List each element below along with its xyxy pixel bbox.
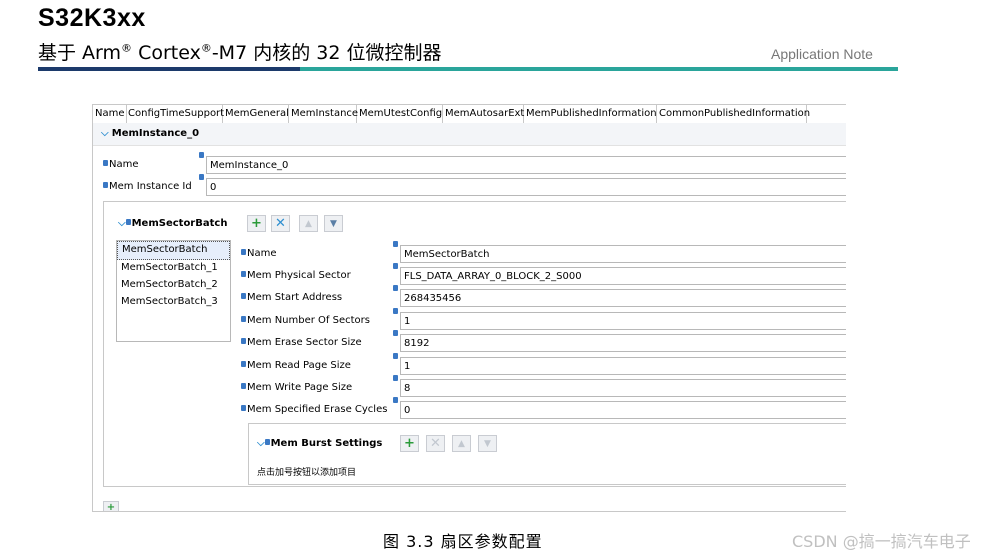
field-value-name[interactable]: MemSectorBatch	[393, 241, 846, 263]
chevron-down-icon[interactable]: ⌵	[118, 218, 126, 229]
header-rule	[38, 67, 898, 71]
sector-batch-list[interactable]: MemSectorBatch MemSectorBatch_1 MemSecto…	[116, 240, 231, 342]
parameter-marker-icon	[393, 397, 398, 403]
parameter-marker-icon	[241, 405, 246, 411]
tab-name[interactable]: Name	[93, 105, 127, 123]
field-label-read-page-size: Mem Read Page Size	[241, 360, 351, 371]
instance-name-field[interactable]: MemInstance_0	[199, 152, 846, 174]
move-down-button[interactable]: ▼	[324, 215, 343, 232]
parameter-marker-icon	[241, 383, 246, 389]
tab-mem-autosar-ext[interactable]: MemAutosarExt	[443, 105, 524, 123]
list-item[interactable]: MemSectorBatch_2	[117, 277, 230, 294]
parameter-marker-icon	[241, 361, 246, 367]
tab-common-published-information[interactable]: CommonPublishedInformation	[657, 105, 810, 123]
field-value-start-address[interactable]: 268435456	[393, 285, 846, 307]
tab-mem-general[interactable]: MemGeneral	[223, 105, 289, 123]
field-value-write-page-size[interactable]: 8	[393, 375, 846, 397]
doc-subtitle: 基于 Arm® Cortex®-M7 内核的 32 位微控制器	[38, 41, 442, 64]
instance-id-label: Mem Instance Id	[103, 181, 192, 192]
burst-hint: 点击加号按钮以添加项目	[257, 468, 357, 478]
parameter-marker-icon	[393, 353, 398, 359]
application-note-label: Application Note	[771, 46, 873, 62]
watermark: CSDN @搞一搞汽车电子	[792, 532, 971, 551]
add-button[interactable]: +	[247, 215, 266, 232]
field-label-physical-sector: Mem Physical Sector	[241, 270, 351, 281]
delete-button[interactable]: ✕	[271, 215, 290, 232]
field-value-number-of-sectors[interactable]: 1	[393, 308, 846, 330]
sector-batch-header[interactable]: ⌵ MemSectorBatch	[118, 218, 227, 229]
tab-mem-instance[interactable]: MemInstance	[289, 105, 358, 124]
field-label-number-of-sectors: Mem Number Of Sectors	[241, 315, 370, 326]
add-button[interactable]: +	[400, 435, 419, 452]
parameter-marker-icon	[241, 338, 246, 344]
field-label-start-address: Mem Start Address	[241, 292, 342, 303]
burst-settings-header[interactable]: ⌵ Mem Burst Settings	[257, 438, 382, 449]
parameter-marker-icon	[103, 182, 108, 188]
parameter-marker-icon	[241, 316, 246, 322]
chevron-down-icon[interactable]: ⌵	[257, 438, 265, 449]
parameter-marker-icon	[393, 375, 398, 381]
field-label-name: Name	[241, 248, 277, 259]
tab-bar: Name ConfigTimeSupport MemGeneral MemIns…	[93, 105, 846, 124]
instance-header[interactable]: ⌵ MemInstance_0	[93, 123, 846, 146]
tab-config-time-support[interactable]: ConfigTimeSupport	[126, 105, 224, 123]
field-label-erase-sector-size: Mem Erase Sector Size	[241, 337, 362, 348]
parameter-marker-icon	[393, 263, 398, 269]
instance-id-field[interactable]: 0	[199, 174, 846, 196]
figure-caption: 图 3.3 扇区参数配置	[383, 532, 543, 551]
parameter-marker-icon	[241, 271, 246, 277]
parameter-marker-icon	[393, 330, 398, 336]
list-item[interactable]: MemSectorBatch	[117, 241, 230, 260]
field-value-read-page-size[interactable]: 1	[393, 353, 846, 375]
parameter-marker-icon	[393, 241, 398, 247]
burst-settings-group: ⌵ Mem Burst Settings + ✕ ▲ ▼ 点击加号按钮以添加项目	[248, 423, 846, 485]
field-value-physical-sector[interactable]: FLS_DATA_ARRAY_0_BLOCK_2_S000	[393, 263, 846, 285]
move-up-button[interactable]: ▲	[452, 435, 471, 452]
parameter-marker-icon	[393, 285, 398, 291]
field-value-erase-sector-size[interactable]: 8192	[393, 330, 846, 352]
config-panel: Name ConfigTimeSupport MemGeneral MemIns…	[92, 104, 846, 512]
tab-mem-published-information[interactable]: MemPublishedInformation	[524, 105, 657, 123]
parameter-marker-icon	[393, 308, 398, 314]
add-button[interactable]: +	[103, 501, 119, 511]
move-up-button[interactable]: ▲	[299, 215, 318, 232]
chevron-down-icon[interactable]: ⌵	[101, 128, 109, 139]
parameter-marker-icon	[103, 160, 108, 166]
parameter-marker-icon	[241, 249, 246, 255]
move-down-button[interactable]: ▼	[478, 435, 497, 452]
list-item[interactable]: MemSectorBatch_1	[117, 260, 230, 277]
instance-title: MemInstance_0	[111, 128, 200, 139]
instance-name-label: Name	[103, 159, 139, 170]
tab-mem-utest-config[interactable]: MemUtestConfig	[357, 105, 443, 123]
field-label-specified-erase-cycles: Mem Specified Erase Cycles	[241, 404, 387, 415]
field-value-specified-erase-cycles[interactable]: 0	[393, 397, 846, 419]
parameter-marker-icon	[199, 152, 204, 158]
parameter-marker-icon	[125, 219, 131, 225]
parameter-marker-icon	[241, 293, 246, 299]
field-label-write-page-size: Mem Write Page Size	[241, 382, 352, 393]
delete-button[interactable]: ✕	[426, 435, 445, 452]
list-item[interactable]: MemSectorBatch_3	[117, 294, 230, 311]
parameter-marker-icon	[264, 439, 270, 445]
doc-title: S32K3xx	[38, 4, 146, 32]
parameter-marker-icon	[199, 174, 204, 180]
